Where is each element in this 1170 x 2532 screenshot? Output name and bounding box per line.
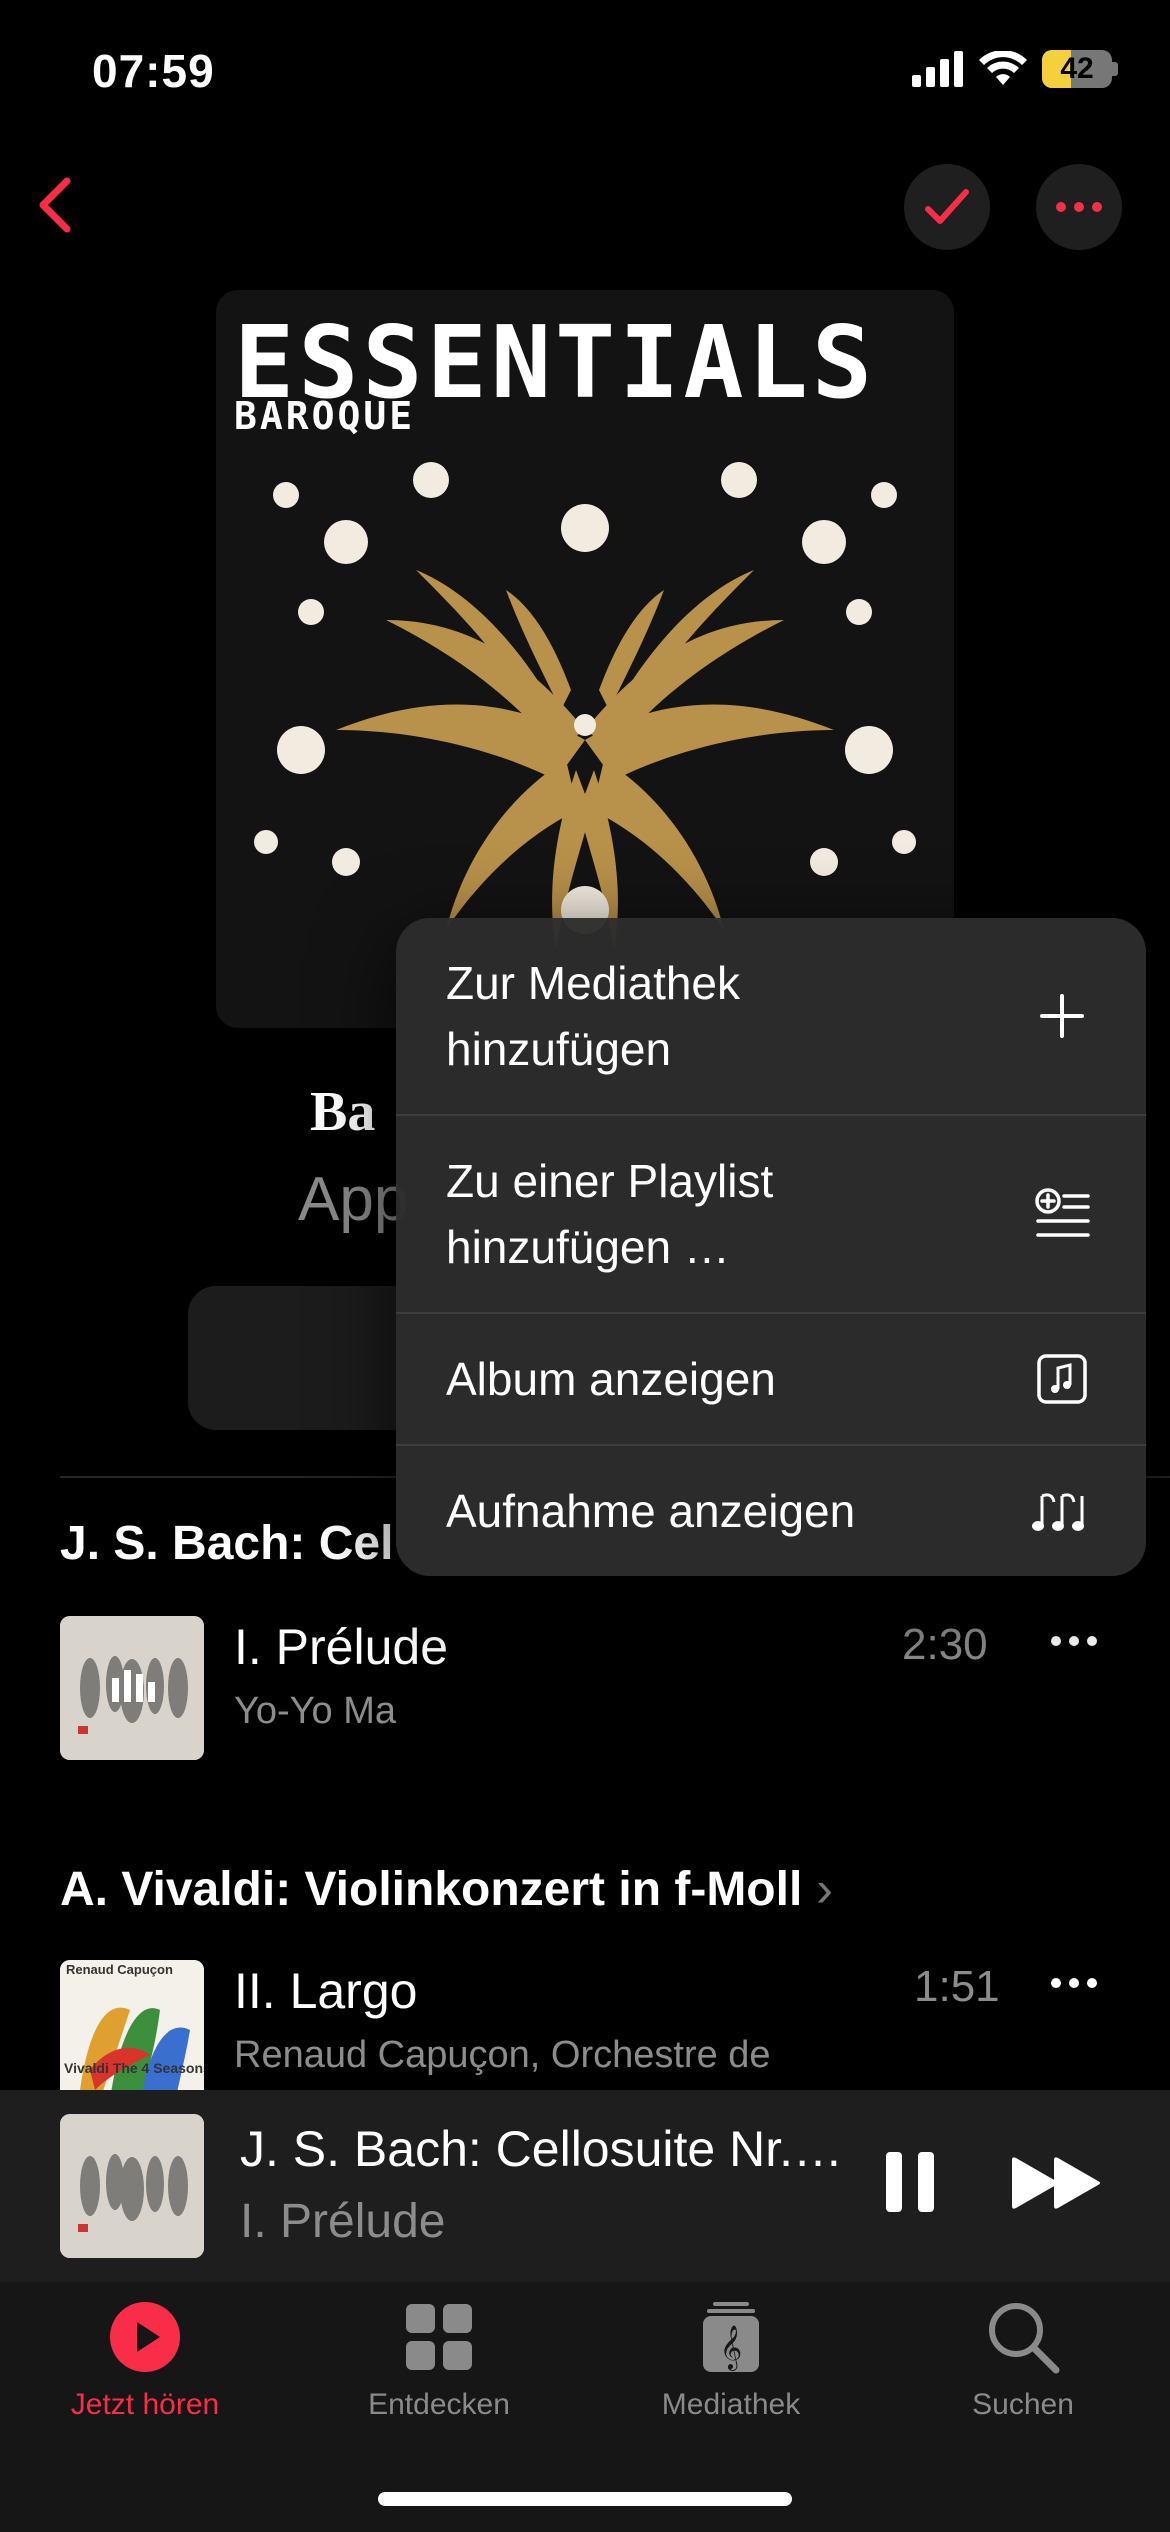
- chevron-left-icon: [39, 177, 71, 233]
- grid-icon: [406, 2304, 472, 2370]
- pause-icon: [886, 2152, 934, 2212]
- added-check-button[interactable]: [904, 164, 990, 250]
- forward-icon: [1012, 2157, 1100, 2209]
- menu-item-show-recording[interactable]: Aufnahme anzeigen: [396, 1446, 1146, 1576]
- ellipsis-icon: [1056, 202, 1102, 212]
- tab-browse[interactable]: Entdecken: [324, 2300, 554, 2422]
- album-cover-graphic: [60, 2114, 204, 2258]
- cellular-signal-icon: [912, 51, 963, 87]
- mini-player-artwork: [60, 2114, 204, 2258]
- play-circle-icon: [110, 2302, 180, 2372]
- tab-label: Suchen: [972, 2388, 1074, 2421]
- chevron-right-icon: ›: [816, 1861, 833, 1917]
- context-menu: Zur Mediathek hinzufügen Zu einer Playli…: [396, 918, 1146, 1576]
- track-more-button[interactable]: [1050, 1976, 1098, 1994]
- cover-title-text: Vivaldi The 4 Seasons: [64, 2060, 204, 2076]
- menu-item-show-album[interactable]: Album anzeigen: [396, 1314, 1146, 1444]
- more-options-button[interactable]: [1036, 164, 1122, 250]
- mini-player-subtitle: I. Prélude: [240, 2195, 446, 2248]
- plus-icon: [1032, 986, 1092, 1046]
- track-title[interactable]: I. Prélude: [234, 1618, 448, 1676]
- library-icon: 𝄞: [703, 2302, 759, 2372]
- status-icons: 42: [912, 50, 1118, 88]
- search-icon: [989, 2303, 1060, 2374]
- cover-artist-text: Renaud Capuçon: [66, 1962, 173, 1977]
- status-time: 07:59: [92, 45, 215, 97]
- track-more-button[interactable]: [1050, 1634, 1098, 1652]
- track-artwork: [60, 1616, 204, 1760]
- section-title: J. S. Bach: Cel: [60, 1517, 394, 1570]
- ellipsis-icon: [1051, 1978, 1097, 1988]
- mini-player-title: J. S. Bach: Cellosuite Nr.…: [240, 2121, 844, 2177]
- svg-text:𝄞: 𝄞: [720, 2325, 742, 2371]
- menu-item-label: Zur Mediathek hinzufügen: [446, 957, 741, 1075]
- music-notes-icon: [1032, 1481, 1092, 1541]
- tab-library[interactable]: 𝄞 Mediathek: [616, 2300, 846, 2422]
- tab-listen-now[interactable]: Jetzt hören: [30, 2300, 260, 2422]
- section-title: A. Vivaldi: Violinkonzert in f-Moll: [60, 1862, 803, 1916]
- add-to-playlist-icon: [1032, 1184, 1092, 1244]
- playlist-curator: App: [298, 1165, 409, 1234]
- home-indicator[interactable]: [378, 2492, 792, 2506]
- wifi-icon: [979, 51, 1027, 85]
- menu-item-add-to-playlist[interactable]: Zu einer Playlist hinzufügen …: [396, 1116, 1146, 1312]
- tab-label: Entdecken: [368, 2388, 510, 2421]
- track-title[interactable]: II. Largo: [234, 1962, 417, 2020]
- section-header[interactable]: A. Vivaldi: Violinkonzert in f-Moll ›: [60, 1860, 833, 1918]
- tab-search[interactable]: Suchen: [908, 2300, 1138, 2422]
- pause-button[interactable]: [880, 2150, 940, 2219]
- ellipsis-icon: [1051, 1636, 1097, 1646]
- track-artist: Renaud Capuçon, Orchestre de: [234, 2034, 771, 2076]
- album-icon: [1032, 1349, 1092, 1409]
- track-duration: 1:51: [914, 1962, 1000, 2011]
- tab-label: Mediathek: [661, 2388, 801, 2421]
- next-button[interactable]: [1010, 2156, 1104, 2215]
- back-button[interactable]: [20, 170, 90, 240]
- battery-level: 42: [1060, 52, 1094, 85]
- menu-item-label: Album anzeigen: [446, 1353, 776, 1405]
- track-artwork: Renaud Capuçon Vivaldi The 4 Seasons: [60, 1960, 204, 2104]
- tab-label: Jetzt hören: [70, 2388, 220, 2421]
- playlist-title: Ba: [310, 1081, 376, 1143]
- track-artist: Yo-Yo Ma: [234, 1690, 396, 1732]
- menu-item-label: Aufnahme anzeigen: [446, 1485, 856, 1537]
- track-duration: 2:30: [902, 1620, 988, 1669]
- menu-item-add-to-library[interactable]: Zur Mediathek hinzufügen: [396, 918, 1146, 1114]
- battery-indicator: 42: [1042, 50, 1112, 88]
- section-header[interactable]: J. S. Bach: Cel: [60, 1516, 393, 1571]
- menu-item-label: Zu einer Playlist hinzufügen …: [446, 1155, 774, 1273]
- checkmark-icon: [925, 189, 969, 224]
- album-cover-graphic: [60, 1616, 204, 1760]
- album-cover-graphic: [60, 1960, 204, 2104]
